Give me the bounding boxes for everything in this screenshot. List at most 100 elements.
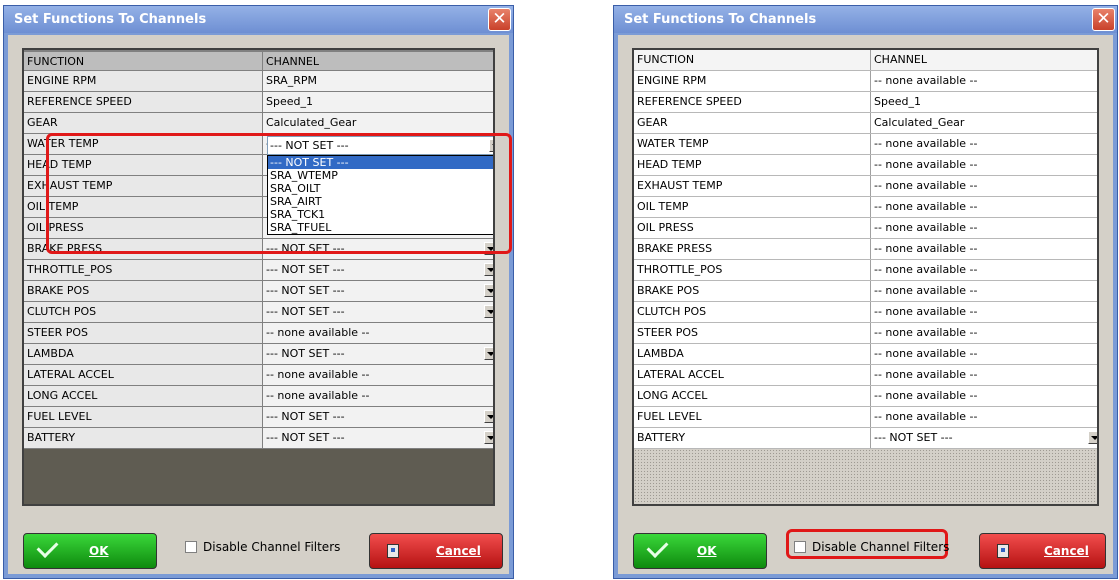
table-row[interactable]: HEAD TEMP -- none available --: [634, 155, 1097, 176]
chevron-down-icon[interactable]: [1088, 431, 1097, 444]
chevron-down-icon[interactable]: [484, 263, 493, 276]
table-row[interactable]: BRAKE POS --- NOT SET ---: [24, 281, 493, 302]
function-cell: FUEL LEVEL: [24, 407, 263, 427]
function-cell: STEER POS: [24, 323, 263, 343]
table-row[interactable]: THROTTLE_POS --- NOT SET ---: [24, 260, 493, 281]
table-row[interactable]: LAMBDA --- NOT SET ---: [24, 344, 493, 365]
function-cell: BRAKE POS: [634, 281, 871, 301]
close-button[interactable]: ✕: [1092, 8, 1115, 31]
function-cell: CLUTCH POS: [634, 302, 871, 322]
function-grid: FUNCTION CHANNEL ENGINE RPM SRA_RPM REFERE…: [22, 48, 495, 506]
table-row[interactable]: EXHAUST TEMP -- none available --: [634, 176, 1097, 197]
function-cell: GEAR: [24, 113, 263, 133]
ok-button[interactable]: OK: [23, 533, 157, 569]
chevron-down-icon[interactable]: [484, 347, 493, 360]
chevron-down-icon[interactable]: [484, 284, 493, 297]
channel-cell: -- none available --: [871, 134, 1097, 154]
table-row[interactable]: BRAKE POS -- none available --: [634, 281, 1097, 302]
function-cell: CLUTCH POS: [24, 302, 263, 322]
channel-value: -- none available --: [874, 179, 978, 192]
table-row[interactable]: STEER POS -- none available --: [24, 323, 493, 344]
channel-cell[interactable]: --- NOT SET ---: [263, 428, 493, 448]
table-row[interactable]: FUEL LEVEL --- NOT SET ---: [24, 407, 493, 428]
function-cell: LONG ACCEL: [634, 386, 871, 406]
table-row[interactable]: CLUTCH POS --- NOT SET ---: [24, 302, 493, 323]
channel-cell[interactable]: --- NOT SET ---: [263, 344, 493, 364]
table-row[interactable]: OIL TEMP -- none available --: [634, 197, 1097, 218]
function-cell: FUEL LEVEL: [634, 407, 871, 427]
chevron-down-icon[interactable]: [484, 410, 493, 423]
function-cell: OIL PRESS: [634, 218, 871, 238]
table-row[interactable]: CLUTCH POS -- none available --: [634, 302, 1097, 323]
table-row[interactable]: FUEL LEVEL -- none available --: [634, 407, 1097, 428]
disable-filters-checkbox[interactable]: [794, 541, 806, 553]
channel-value: Speed_1: [874, 95, 921, 108]
header-function: FUNCTION: [634, 50, 871, 70]
channel-cell: -- none available --: [871, 197, 1097, 217]
table-row[interactable]: BATTERY --- NOT SET ---: [24, 428, 493, 449]
grid-header: FUNCTION CHANNEL: [24, 50, 493, 71]
table-row[interactable]: STEER POS -- none available --: [634, 323, 1097, 344]
channel-value: Calculated_Gear: [266, 116, 357, 129]
function-cell: BATTERY: [634, 428, 871, 448]
cancel-button[interactable]: Cancel: [369, 533, 503, 569]
table-row[interactable]: REFERENCE SPEED Speed_1: [24, 92, 493, 113]
table-row[interactable]: BATTERY --- NOT SET ---: [634, 428, 1097, 449]
grid-header: FUNCTION CHANNEL: [634, 50, 1097, 71]
title-bar[interactable]: Set Functions To Channels ✕: [614, 6, 1117, 33]
table-row[interactable]: LAMBDA -- none available --: [634, 344, 1097, 365]
table-row[interactable]: LATERAL ACCEL -- none available --: [634, 365, 1097, 386]
dialog-title: Set Functions To Channels: [624, 12, 817, 27]
channel-value: -- none available --: [266, 326, 370, 339]
table-row[interactable]: REFERENCE SPEED Speed_1: [634, 92, 1097, 113]
function-cell: THROTTLE_POS: [634, 260, 871, 280]
close-button[interactable]: ✕: [488, 8, 511, 31]
channel-value: -- none available --: [874, 284, 978, 297]
channel-cell[interactable]: --- NOT SET ---: [263, 260, 493, 280]
table-row[interactable]: OIL PRESS -- none available --: [634, 218, 1097, 239]
ok-button[interactable]: OK: [633, 533, 767, 569]
channel-value: --- NOT SET ---: [874, 431, 953, 444]
channel-cell: -- none available --: [871, 71, 1097, 91]
title-bar[interactable]: Set Functions To Channels ✕: [4, 6, 513, 33]
chevron-down-icon[interactable]: [484, 305, 493, 318]
filter-checkbox-group[interactable]: Disable Channel Filters: [794, 540, 949, 554]
channel-value: Speed_1: [266, 95, 313, 108]
chevron-down-icon[interactable]: [484, 431, 493, 444]
table-row[interactable]: LATERAL ACCEL -- none available --: [24, 365, 493, 386]
filter-checkbox-group[interactable]: Disable Channel Filters: [185, 540, 340, 554]
door-icon: [387, 544, 399, 558]
table-row[interactable]: ENGINE RPM SRA_RPM: [24, 71, 493, 92]
table-row[interactable]: WATER TEMP -- none available --: [634, 134, 1097, 155]
dialog-right: Set Functions To Channels ✕ FUNCTION CHA…: [613, 5, 1118, 579]
header-function: FUNCTION: [24, 52, 263, 70]
table-row[interactable]: LONG ACCEL -- none available --: [634, 386, 1097, 407]
table-row[interactable]: GEAR Calculated_Gear: [634, 113, 1097, 134]
disable-filters-checkbox[interactable]: [185, 541, 197, 553]
channel-cell[interactable]: --- NOT SET ---: [871, 428, 1097, 448]
function-cell: GEAR: [634, 113, 871, 133]
header-channel: CHANNEL: [871, 50, 1097, 70]
channel-cell: -- none available --: [871, 302, 1097, 322]
channel-cell: -- none available --: [871, 365, 1097, 385]
function-cell: HEAD TEMP: [634, 155, 871, 175]
function-cell: ENGINE RPM: [634, 71, 871, 91]
function-cell: EXHAUST TEMP: [634, 176, 871, 196]
table-row[interactable]: GEAR Calculated_Gear: [24, 113, 493, 134]
channel-cell[interactable]: --- NOT SET ---: [263, 281, 493, 301]
cancel-label: Cancel: [436, 544, 481, 558]
table-row[interactable]: LONG ACCEL -- none available --: [24, 386, 493, 407]
table-row[interactable]: BRAKE PRESS -- none available --: [634, 239, 1097, 260]
cancel-button[interactable]: Cancel: [979, 533, 1106, 569]
channel-cell[interactable]: --- NOT SET ---: [263, 407, 493, 427]
cancel-label: Cancel: [1044, 544, 1089, 558]
table-row[interactable]: ENGINE RPM -- none available --: [634, 71, 1097, 92]
channel-value: -- none available --: [874, 368, 978, 381]
filter-label: Disable Channel Filters: [812, 540, 950, 554]
table-row[interactable]: THROTTLE_POS -- none available --: [634, 260, 1097, 281]
channel-value: -- none available --: [874, 347, 978, 360]
channel-value: --- NOT SET ---: [266, 431, 345, 444]
channel-cell[interactable]: --- NOT SET ---: [263, 302, 493, 322]
channel-value: SRA_RPM: [266, 74, 317, 87]
function-cell: BRAKE POS: [24, 281, 263, 301]
